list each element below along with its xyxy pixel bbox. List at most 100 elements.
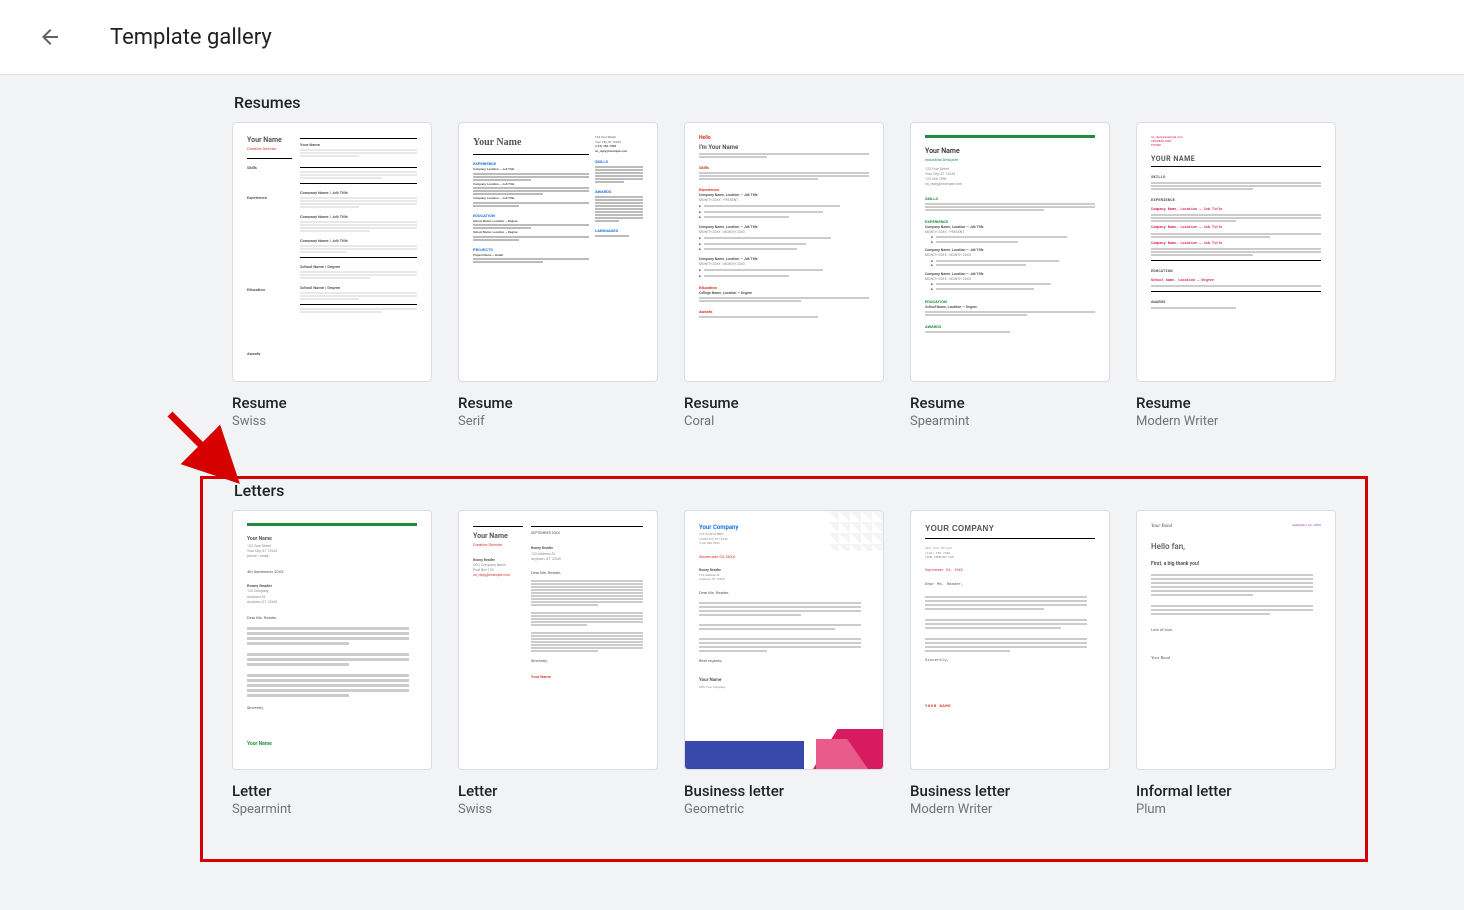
template-subtitle: Spearmint [232,802,432,817]
t: Your Name [247,536,417,544]
template-title: Letter [232,782,432,800]
t: Your Name [473,531,523,542]
t: Sincerely, [247,705,417,711]
thumbnail: Your Name Industrial Designer 123 Your S… [910,122,1110,382]
t: Company Name, Location — Job Title [1151,208,1321,213]
t: Your Name [531,674,643,680]
thumbnail: Your Name Creative Director Ronny Reader… [458,510,658,770]
thumb-name: Your Name [247,135,292,146]
section-title-resumes: Resumes [232,75,1264,122]
t: YOUR NAME [925,704,1095,710]
t: Your Name [300,142,417,148]
section-title-letters: Letters [232,463,1264,510]
t: YOUR COMPANY [925,523,1095,539]
t: Company Name / Job Title [300,214,417,220]
t: September 04, 20XX [1292,523,1321,531]
template-title: Business letter [684,782,884,800]
letters-row: Your Name 123 Your Street Your City, ST … [232,510,1264,817]
t: School Name, Location — Degree [473,219,589,224]
template-title: Letter [458,782,658,800]
t: September 04, 20XX [925,569,1095,574]
t: September 04, 20XX [699,554,869,560]
back-button[interactable] [30,17,70,57]
t: Company Name / Job Title [300,238,417,244]
template-title: Resume [232,394,432,412]
t: no_reply@example.com [473,573,523,578]
template-subtitle: Swiss [458,802,658,817]
template-resume-serif[interactable]: Your Name EXPERIENCE Company, Location —… [458,122,658,429]
t: Awards [699,309,869,315]
t: SKILLS [1151,175,1321,181]
t: Lots of love, [1151,627,1321,633]
template-subtitle: Modern Writer [1136,414,1336,429]
template-business-letter-geometric[interactable]: Your Company 123 YOUR STREET YOUR CITY, … [684,510,884,817]
template-title: Business letter [910,782,1110,800]
template-subtitle: Swiss [232,414,432,429]
t: Best regards, [699,658,869,664]
t: Industrial Designer [925,157,1095,163]
t: Your Name [925,146,1095,157]
t: Anytown, ST 12345 [699,577,869,582]
template-business-letter-modern-writer[interactable]: YOUR COMPANY 123 Your Street (123) 456-7… [910,510,1110,817]
template-resume-swiss[interactable]: Your Name Creative Director Skills Exper… [232,122,432,429]
t: Company, Location — Job Title [473,182,589,187]
template-letter-swiss[interactable]: Your Name Creative Director Ronny Reader… [458,510,658,817]
t: First, a big thank you! [1151,561,1321,569]
thumbnail: Your Band September 04, 20XX Hello fan, … [1136,510,1336,770]
template-resume-coral[interactable]: Hello I'm Your Name Skills Experience Co… [684,122,884,429]
t: Company, Location — Job Title [473,167,589,172]
arrow-left-icon [38,25,62,49]
t: Sincerely, [925,658,1095,664]
template-title: Resume [1136,394,1336,412]
t: no_reply@example.com [925,182,1095,187]
t: Your Band [1151,523,1172,531]
thumb-role: Creative Director [247,146,292,152]
t: Company Name, Location — Job Title [1151,242,1321,247]
t: Project Name — Detail [473,253,589,258]
t: 4th September 20XX [247,569,417,575]
template-informal-letter-plum[interactable]: Your Band September 04, 20XX Hello fan, … [1136,510,1336,817]
template-subtitle: Plum [1136,802,1336,817]
t: I'm Your Name [699,143,869,152]
t: LANGUAGES [595,228,643,234]
top-header: Template gallery [0,0,1464,75]
t: Your Name [699,678,869,685]
page-title: Template gallery [110,25,272,50]
t: College Name, Location — Degree [699,291,869,296]
thumbnail: Hello I'm Your Name Skills Experience Co… [684,122,884,382]
t: Anytown, ST 12345 [247,600,417,605]
t: CEO, Your Company [699,685,869,690]
template-resume-modern-writer[interactable]: no_reply@example.com ADDRESS LINE PHONE … [1136,122,1336,429]
thumbnail: YOUR COMPANY 123 Your Street (123) 456-7… [910,510,1110,770]
thumb-section: Skills [247,165,292,171]
thumbnail: Your Name EXPERIENCE Company, Location —… [458,122,658,382]
t: AWARDS [925,324,1095,330]
t: School Name, Location — Degree [925,305,1095,310]
thumbnail: Your Name Creative Director Skills Exper… [232,122,432,382]
t: Company Name, Location — Job Title [1151,226,1321,231]
t: School Name / Degree [300,264,417,270]
t: Hello [699,135,869,143]
thumb-section: Education [247,287,292,293]
t: School Name, Location — Degree [473,230,589,235]
t: Skills [699,165,869,171]
resumes-row: Your Name Creative Director Skills Exper… [232,122,1264,429]
content: Resumes Your Name Creative Director Skil… [0,75,1464,817]
template-letter-spearmint[interactable]: Your Name 123 Your Street Your City, ST … [232,510,432,817]
template-subtitle: Serif [458,414,658,429]
template-resume-spearmint[interactable]: Your Name Industrial Designer 123 Your S… [910,122,1110,429]
template-subtitle: Geometric [684,802,884,817]
t: Sincerely, [531,658,643,664]
t: YOUR NAME [1151,154,1321,168]
template-title: Informal letter [1136,782,1336,800]
t: School Name / Degree [300,285,417,291]
t: Your Name [247,741,417,749]
template-subtitle: Modern Writer [910,802,1110,817]
t: no_reply@example.com [595,149,643,154]
t: Company, Location — Job Title [473,196,589,201]
template-subtitle: Spearmint [910,414,1110,429]
t: Hello fan, [1151,541,1321,553]
t: EDUCATION [1151,269,1321,275]
template-title: Resume [458,394,658,412]
t: Your Band [1151,655,1321,662]
